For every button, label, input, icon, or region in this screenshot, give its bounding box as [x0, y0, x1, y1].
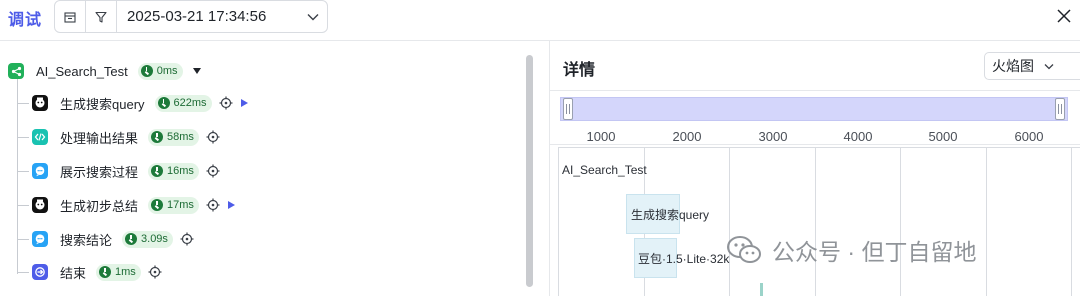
view-mode-value: 火焰图: [992, 58, 1034, 74]
duration-badge: 622ms: [154, 94, 212, 112]
axis-tick-label: 1000: [586, 129, 616, 144]
collapse-caret-icon[interactable]: [192, 68, 201, 74]
message-icon: [32, 231, 48, 247]
flame-bar-small[interactable]: [760, 283, 763, 296]
details-title: 详情: [563, 62, 596, 79]
close-button[interactable]: [1054, 6, 1074, 26]
duration-badge: 17ms: [148, 196, 199, 214]
duration-badge: 16ms: [148, 162, 199, 180]
tree-node[interactable]: 生成搜索query 622ms: [32, 93, 248, 113]
clock-icon: [157, 97, 170, 109]
duration-badge: 58ms: [148, 128, 199, 146]
datetime-select[interactable]: 2025-03-21 17:34:56: [117, 8, 299, 25]
tree-scrollbar[interactable]: [526, 55, 533, 287]
page-title: 调试: [8, 12, 43, 29]
locate-icon[interactable]: [148, 265, 162, 279]
tree-connector: [17, 137, 29, 138]
workflow-icon: [8, 63, 24, 79]
duration-badge: 3.09s: [122, 230, 173, 248]
tree-node-label: 结束: [60, 265, 87, 281]
tree-node-label: 搜索结论: [60, 232, 113, 248]
axis-tick-label: 3000: [758, 129, 788, 144]
axis-tick-label: 6000: [1014, 129, 1044, 144]
tree-node[interactable]: 结束 1ms: [32, 262, 162, 282]
chevron-down-icon: [1044, 63, 1054, 69]
expand-play-icon[interactable]: [227, 201, 235, 209]
tree-node-label: 展示搜索过程: [60, 164, 139, 180]
tree-connector: [17, 171, 29, 172]
locate-icon[interactable]: [206, 130, 220, 144]
locate-icon[interactable]: [206, 198, 220, 212]
watermark: 公众号 · 但丁自留地: [726, 233, 976, 267]
message-icon: [32, 163, 48, 179]
locate-icon[interactable]: [219, 96, 233, 110]
tree-connector: [17, 205, 29, 206]
close-icon: [1057, 9, 1071, 23]
chevron-down-icon: [307, 13, 319, 20]
debug-header: 调试 2025-03-21 17:34:56: [0, 0, 1080, 41]
expand-play-icon[interactable]: [240, 99, 248, 107]
exit-icon: [32, 264, 48, 280]
tree-node[interactable]: 处理输出结果 58ms: [32, 127, 220, 147]
tree-root-label: AI_Search_Test: [36, 63, 128, 79]
tree-node-label: 处理输出结果: [60, 130, 139, 146]
grid-line: [729, 147, 730, 296]
axis-tick-label: 4000: [843, 129, 873, 144]
clock-icon: [99, 266, 112, 278]
tree-node[interactable]: 生成初步总结 17ms: [32, 195, 235, 215]
tree-node[interactable]: 搜索结论 3.09s: [32, 229, 194, 249]
flame-bar-query[interactable]: 生成搜索query: [626, 194, 709, 234]
axis-tick-label: 5000: [928, 129, 958, 144]
wechat-icon: [727, 236, 761, 263]
tree-connector: [17, 272, 29, 273]
filter-button[interactable]: [86, 1, 116, 32]
clock-icon: [151, 165, 164, 177]
bot-icon: [32, 95, 48, 111]
clock-icon: [151, 199, 164, 211]
axis-tick-label: 2000: [672, 129, 702, 144]
tree-node[interactable]: 展示搜索过程 16ms: [32, 161, 220, 181]
flame-bar-model[interactable]: 豆包·1.5·Lite·32k: [634, 238, 729, 278]
bot-icon: [32, 197, 48, 213]
grid-line: [900, 147, 901, 296]
calendar-button[interactable]: [55, 1, 85, 32]
filter-icon: [95, 11, 107, 23]
tree-connector: [17, 103, 29, 104]
tree-node-label: 生成搜索query: [60, 96, 145, 112]
tree-node-label: 生成初步总结: [60, 198, 139, 214]
clock-icon: [140, 65, 153, 77]
trace-tree: AI_Search_Test 0ms 生成搜索query 622ms 处理输出结果 5…: [0, 41, 549, 296]
clock-icon: [125, 233, 138, 245]
time-axis: 1000 2000 3000 4000 5000 6000: [550, 125, 1080, 145]
time-range-slider[interactable]: [560, 97, 1068, 121]
view-mode-select[interactable]: 火焰图: [984, 52, 1080, 80]
locate-icon[interactable]: [206, 164, 220, 178]
tree-connector: [17, 79, 18, 274]
clock-icon: [151, 131, 164, 143]
duration-badge: 1ms: [96, 263, 141, 281]
toolbar: 2025-03-21 17:34:56: [54, 0, 328, 33]
flame-root-label: AI_Search_Test: [562, 163, 647, 177]
tree-root[interactable]: AI_Search_Test 0ms: [8, 61, 201, 81]
datetime-dropdown[interactable]: [299, 13, 327, 21]
grid-line: [986, 147, 987, 296]
grid-line: [1071, 147, 1072, 296]
tree-connector: [17, 239, 29, 240]
range-handle-right[interactable]: [1055, 98, 1065, 120]
grid-line: [815, 147, 816, 296]
code-icon: [32, 129, 48, 145]
duration-badge: 0ms: [137, 62, 183, 80]
watermark-text: 公众号 · 但丁自留地: [772, 239, 977, 265]
calendar-icon: [64, 11, 76, 23]
locate-icon[interactable]: [180, 232, 194, 246]
range-handle-left[interactable]: [563, 98, 573, 120]
